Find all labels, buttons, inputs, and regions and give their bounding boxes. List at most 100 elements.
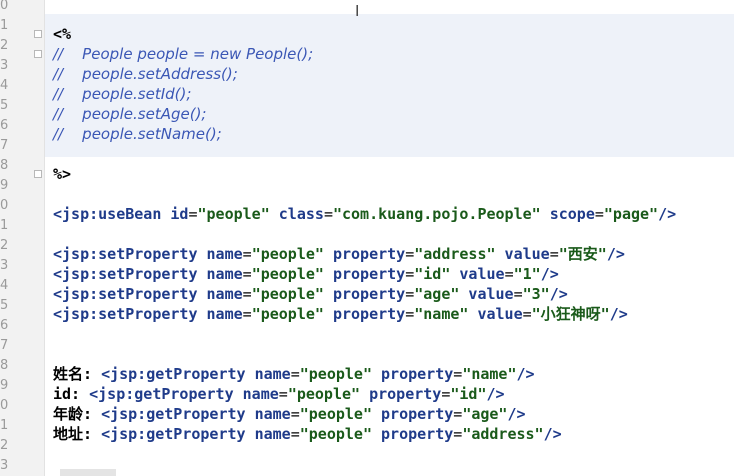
code-token-attr: name <box>206 305 243 323</box>
code-token-eq: = <box>290 425 300 443</box>
text-cursor-icon: I <box>355 2 360 20</box>
code-token-eq: = <box>522 305 532 323</box>
code-token-val: "小狂神呀" <box>531 305 610 323</box>
code-token-eq: = <box>242 305 252 323</box>
line-number: 6 <box>0 118 9 133</box>
code-token-attr: property <box>372 365 454 383</box>
code-token-eq: = <box>513 285 523 303</box>
code-token-val: "page" <box>603 205 659 223</box>
code-token-attr: id <box>170 205 189 223</box>
line-number: 3 <box>0 458 9 473</box>
code-token-attr: value <box>468 305 523 323</box>
code-token-attr: name <box>206 245 243 263</box>
code-token-val: "id" <box>414 265 451 283</box>
line-number: 0 <box>0 198 9 213</box>
code-line: <% <box>53 24 71 44</box>
line-number: 1 <box>0 18 9 33</box>
code-token-val: "people" <box>299 405 372 423</box>
line-number: 3 <box>0 258 9 273</box>
code-token-val: "西安" <box>558 245 607 263</box>
code-token-attr: property <box>323 305 406 323</box>
code-line: <jsp:setProperty name="people" property=… <box>53 264 559 284</box>
code-token-tag: <jsp:getProperty <box>101 365 255 383</box>
fold-toggle-icon[interactable] <box>34 50 42 58</box>
code-token-tag: /> <box>606 245 625 263</box>
line-number: 5 <box>0 298 9 313</box>
code-token-delim: <% <box>53 25 72 43</box>
code-token-tag: <jsp:useBean <box>53 205 171 223</box>
code-token-attr: class <box>269 205 324 223</box>
line-number: 8 <box>0 158 9 173</box>
code-line: // people.setName(); <box>53 124 222 144</box>
code-token-tag: <jsp:setProperty <box>53 305 207 323</box>
code-token-cmt: // people.setAge(); <box>53 105 207 123</box>
code-token-attr: value <box>450 265 505 283</box>
code-token-tag: /> <box>540 265 559 283</box>
code-token-tag: <jsp:setProperty <box>53 265 207 283</box>
code-token-val: "id" <box>450 385 487 403</box>
code-token-attr: name <box>206 285 243 303</box>
code-line: <jsp:setProperty name="people" property=… <box>53 284 568 304</box>
code-token-val: "people" <box>299 425 372 443</box>
code-token-txt: 地址: <box>53 425 102 443</box>
code-token-eq: = <box>405 265 415 283</box>
code-token-val: "people" <box>251 285 324 303</box>
code-token-attr: name <box>254 365 291 383</box>
code-token-attr: property <box>323 285 406 303</box>
code-token-attr: property <box>360 385 442 403</box>
line-number-gutter: 0123456789012345678901234 <box>0 0 45 476</box>
code-token-attr: property <box>372 405 454 423</box>
code-token-attr: value <box>495 245 550 263</box>
code-line: <jsp:useBean id="people" class="com.kuan… <box>53 204 676 224</box>
code-line: // people.setAge(); <box>53 104 207 124</box>
code-token-eq: = <box>242 285 252 303</box>
code-line: // People people = new People(); <box>53 44 313 64</box>
line-number: 7 <box>0 138 9 153</box>
line-number: 1 <box>0 218 9 233</box>
code-token-eq: = <box>242 245 252 263</box>
code-token-tag: /> <box>516 365 535 383</box>
code-token-attr: name <box>242 385 279 403</box>
code-token-val: "age" <box>414 285 460 303</box>
code-token-tag: /> <box>486 385 505 403</box>
code-token-eq: = <box>453 365 463 383</box>
code-token-attr: value <box>459 285 514 303</box>
fold-toggle-icon[interactable] <box>34 30 42 38</box>
code-token-val: "people" <box>299 365 372 383</box>
code-token-delim: %> <box>53 165 72 183</box>
code-line: <jsp:setProperty name="people" property=… <box>53 244 625 264</box>
fold-toggle-icon[interactable] <box>34 170 42 178</box>
code-line: id: <jsp:getProperty name="people" prope… <box>53 384 505 404</box>
code-token-attr: name <box>254 405 291 423</box>
code-line: 年龄: <jsp:getProperty name="people" prope… <box>53 404 526 424</box>
code-token-val: "people" <box>251 265 324 283</box>
code-token-tag: <jsp:getProperty <box>89 385 243 403</box>
code-token-tag: /> <box>609 305 628 323</box>
code-token-txt: 姓名: <box>53 365 102 383</box>
code-line: <jsp:setProperty name="people" property=… <box>53 304 628 324</box>
line-number: 9 <box>0 378 9 393</box>
code-token-val: "3" <box>522 285 550 303</box>
code-token-val: "address" <box>414 245 496 263</box>
code-token-eq: = <box>453 425 463 443</box>
line-number: 7 <box>0 338 9 353</box>
code-token-eq: = <box>453 405 463 423</box>
code-token-cmt: // people.setId(); <box>53 85 192 103</box>
code-token-tag: <jsp:setProperty <box>53 285 207 303</box>
line-number: 9 <box>0 178 9 193</box>
code-line: 姓名: <jsp:getProperty name = "people" prope… <box>53 364 535 384</box>
line-number: 1 <box>0 418 9 433</box>
code-line: %> <box>53 164 71 184</box>
horizontal-scrollbar[interactable] <box>60 469 116 476</box>
code-token-eq: = <box>323 205 333 223</box>
code-token-eq: = <box>594 205 604 223</box>
code-token-val: "age" <box>462 405 508 423</box>
line-number: 4 <box>0 278 9 293</box>
code-token-val: "com.kuang.pojo.People" <box>332 205 541 223</box>
line-number: 4 <box>0 78 9 93</box>
code-token-val: "name" <box>462 365 517 383</box>
code-token-val: "people" <box>287 385 361 403</box>
code-token-tag: /> <box>507 405 526 423</box>
line-number: 3 <box>0 58 9 73</box>
line-number: 2 <box>0 438 9 453</box>
